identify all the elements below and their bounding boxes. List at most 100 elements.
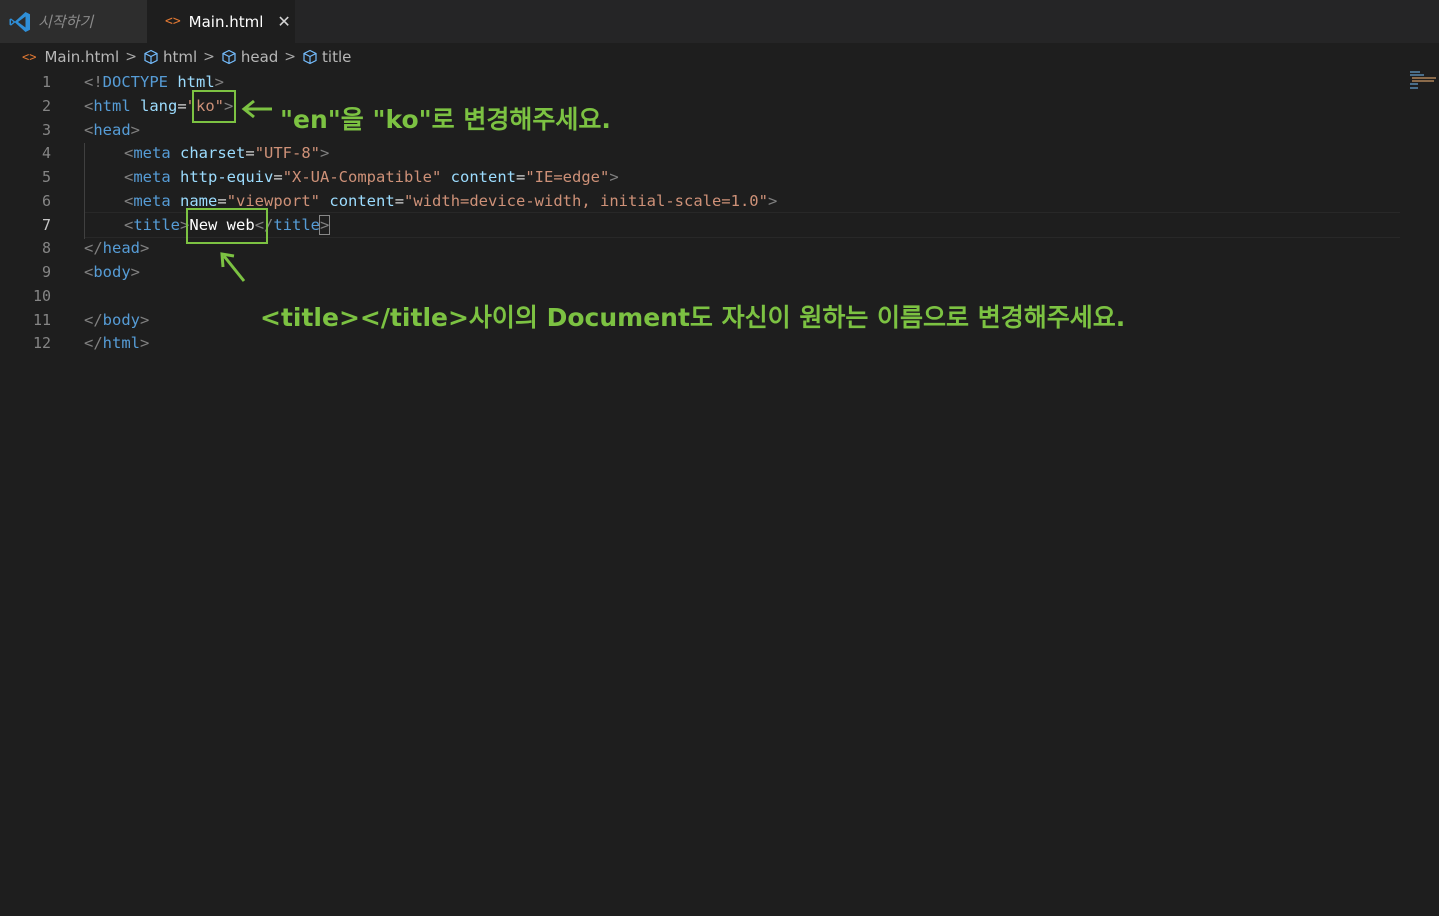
tag-name: head [93, 121, 131, 139]
punct: < [124, 192, 134, 210]
tag-name: meta [133, 168, 171, 186]
code-line-8[interactable]: </head> [84, 236, 149, 260]
element-cube-icon [303, 49, 317, 65]
code-line-11[interactable]: </body> [84, 308, 149, 332]
indent-guide [84, 143, 85, 239]
attribute: content [329, 192, 395, 210]
minimap[interactable] [1408, 70, 1438, 94]
minimap-line [1412, 80, 1434, 82]
string-value: "width=device-width, initial-scale=1.0" [404, 192, 768, 210]
breadcrumb-label: html [162, 48, 198, 66]
string-value: "IE=edge" [525, 168, 610, 186]
line-number: 3 [41, 121, 51, 139]
line-number: 1 [41, 73, 51, 91]
vscode-logo-icon [9, 11, 30, 32]
breadcrumb-label: title [322, 48, 352, 66]
punct: > [609, 168, 619, 186]
string-value: "X-UA-Compatible" [282, 168, 442, 186]
punct: < [124, 144, 134, 162]
highlight-box-lang [192, 90, 236, 123]
equals: = [177, 97, 187, 115]
line-number-active: 7 [41, 216, 51, 234]
breadcrumb: <> Main.html > html > head > title [0, 43, 1439, 71]
punct: > [130, 121, 141, 139]
line-number: 10 [32, 287, 51, 305]
tab-welcome-label: 시작하기 [38, 13, 94, 31]
tab-main-label: Main.html [188, 12, 264, 31]
element-cube-icon [144, 49, 158, 65]
html-file-icon: <> [22, 50, 37, 64]
close-tab-button[interactable]: ✕ [277, 12, 290, 31]
line-number: 11 [32, 311, 51, 329]
tag-name: title [133, 216, 181, 234]
line-number: 8 [41, 239, 51, 257]
breadcrumb-label: head [240, 48, 279, 66]
chevron-right-icon: > [284, 49, 297, 65]
tag-name: html [102, 334, 140, 352]
line-number: 4 [41, 144, 51, 162]
bracket-match: > [318, 215, 331, 235]
code-line-5[interactable]: <meta http-equiv="X-UA-Compatible" conte… [124, 165, 619, 189]
minimap-line [1410, 87, 1418, 89]
attribute: html [177, 73, 215, 91]
minimap-line [1410, 74, 1424, 76]
element-cube-icon [222, 49, 236, 65]
breadcrumb-item-title[interactable]: title [302, 48, 351, 66]
arrow-left-icon [241, 99, 272, 119]
tab-welcome[interactable]: 시작하기 [0, 0, 147, 43]
tag-name: meta [133, 192, 171, 210]
code-line-9[interactable]: <body> [84, 260, 140, 284]
annotation-title: <title></title>사이의 Document도 자신이 원하는 이름으… [260, 303, 1126, 332]
code-editor[interactable]: 1 2 3 4 5 6 7 8 9 10 11 12 <!DOCTYPE htm… [0, 71, 1439, 916]
chevron-right-icon: > [203, 49, 215, 65]
breadcrumb-item-head[interactable]: head [221, 48, 278, 66]
highlight-box-title [186, 208, 268, 244]
line-number: 2 [41, 97, 51, 115]
punct: > [767, 192, 778, 210]
code-line-3[interactable]: <head> [84, 118, 140, 142]
breadcrumb-file[interactable]: Main.html [44, 48, 119, 66]
punct: < [124, 216, 134, 234]
punct: > [140, 239, 150, 257]
punct: > [140, 334, 150, 352]
punct: </ [84, 311, 103, 329]
equals: = [516, 168, 526, 186]
equals: = [245, 144, 255, 162]
punct: </ [84, 334, 103, 352]
attribute: lang [140, 97, 178, 115]
breadcrumb-item-html[interactable]: html [143, 48, 197, 66]
tag-name: meta [133, 144, 171, 162]
line-number: 5 [41, 168, 51, 186]
equals: = [273, 168, 283, 186]
annotation-lang: "en"을 "ko"로 변경해주세요. [280, 105, 611, 134]
tab-bar: 시작하기 <> Main.html ✕ [0, 0, 1439, 43]
code-line-12[interactable]: </html> [84, 331, 149, 355]
punct: > [130, 263, 141, 281]
punct: > [214, 73, 225, 91]
tag-name: body [102, 311, 140, 329]
doctype-keyword: DOCTYPE [102, 73, 168, 91]
punct: > [140, 311, 150, 329]
code-line-4[interactable]: <meta charset="UTF-8"> [124, 141, 329, 165]
punct: > [320, 144, 330, 162]
chevron-right-icon: > [125, 49, 137, 65]
line-number: 12 [32, 334, 51, 352]
minimap-line [1412, 77, 1436, 79]
attribute: http-equiv [180, 168, 274, 186]
tag-name: head [102, 239, 140, 257]
minimap-line [1410, 83, 1418, 85]
punct: < [84, 121, 94, 139]
punct: < [84, 97, 94, 115]
tag-name: body [93, 263, 131, 281]
tab-main-html[interactable]: <> Main.html ✕ [147, 0, 295, 43]
punct: < [124, 168, 134, 186]
line-number: 9 [41, 263, 51, 281]
minimap-line [1410, 71, 1420, 73]
attribute: charset [180, 144, 246, 162]
